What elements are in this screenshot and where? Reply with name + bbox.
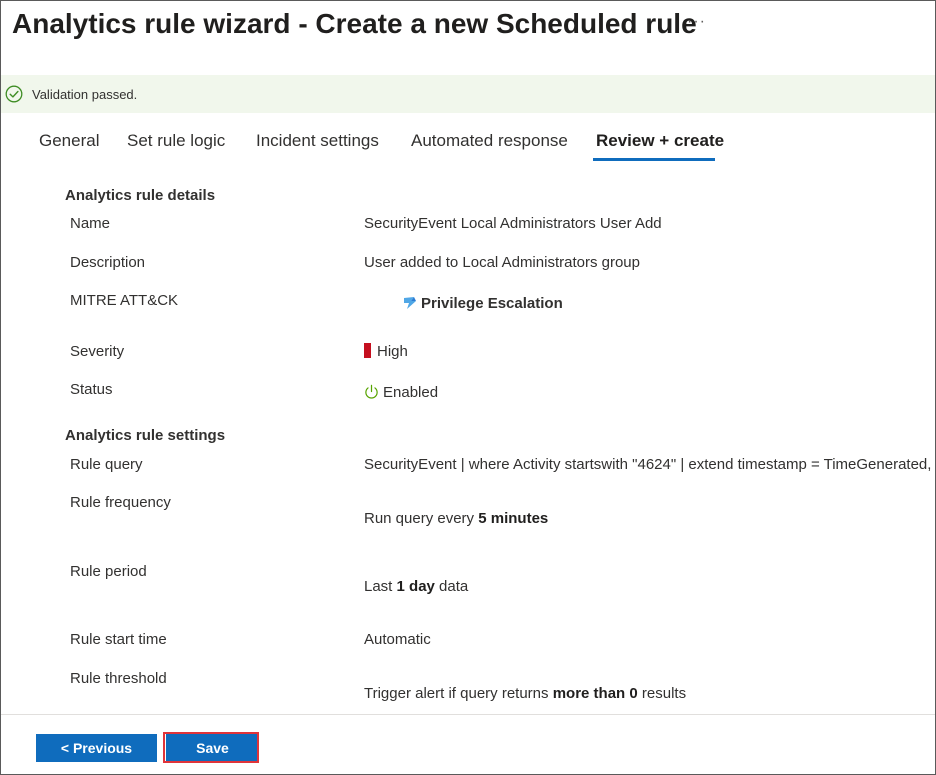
rule-query-label: Rule query [70,456,143,473]
mitre-label: MITRE ATT&CK [70,292,179,309]
frequency-amount: 5 minutes [478,510,549,527]
save-button-highlight [163,732,259,763]
page-title: Analytics rule wizard - Create a new Sch… [12,8,697,39]
severity-value: High [377,343,408,360]
period-suffix: data [434,578,469,595]
wizard-tabs: General Set rule logic Incident settings… [1,123,935,163]
rule-start-time-value: Automatic [364,631,431,648]
details-heading: Analytics rule details [65,187,216,204]
validation-banner: Validation passed. [1,75,935,113]
period-prefix: Last [364,578,397,595]
status-value-row: Enabled [364,384,438,401]
tab-incident-settings[interactable]: Incident settings [256,131,379,151]
rule-period-value: Last 1 day data [364,578,468,595]
tab-set-rule-logic[interactable]: Set rule logic [127,131,225,151]
privilege-escalation-icon [404,297,416,309]
success-check-icon [5,85,23,103]
name-label: Name [70,215,111,232]
severity-high-indicator [364,343,371,358]
wizard-window: Analytics rule wizard - Create a new Sch… [0,0,936,775]
rule-period-label: Rule period [70,563,147,580]
description-label: Description [70,254,146,271]
previous-button[interactable]: < Previous [36,734,157,762]
frequency-prefix: Run query every [364,510,479,527]
tab-automated-response[interactable]: Automated response [411,131,568,151]
threshold-prefix: Trigger alert if query returns [364,685,553,702]
threshold-amount: more than 0 [552,685,638,702]
rule-frequency-label: Rule frequency [70,494,171,511]
period-amount: 1 day [396,578,435,595]
mitre-tactic: Privilege Escalation [401,294,563,312]
rule-threshold-label: Rule threshold [70,670,167,687]
threshold-suffix: results [637,685,687,702]
rule-query-value: SecurityEvent | where Activity startswit… [364,456,932,473]
rule-threshold-value: Trigger alert if query returns more than… [364,685,686,702]
tab-review-create[interactable]: Review + create [596,131,724,151]
severity-value-row: High [364,343,408,360]
mitre-value: Privilege Escalation [421,294,563,312]
validation-message: Validation passed. [32,86,138,102]
severity-label: Severity [70,343,125,360]
rule-frequency-value: Run query every 5 minutes [364,510,548,527]
footer-divider [1,714,935,715]
active-tab-indicator [593,158,715,161]
description-value: User added to Local Administrators group [364,254,640,271]
more-options-icon[interactable]: ··· [687,13,706,31]
status-label: Status [70,381,113,398]
status-value: Enabled [383,384,439,401]
name-value: SecurityEvent Local Administrators User … [364,215,662,232]
power-icon [365,384,378,399]
settings-heading: Analytics rule settings [65,427,226,444]
rule-start-time-label: Rule start time [70,631,167,648]
tab-general[interactable]: General [39,131,99,151]
